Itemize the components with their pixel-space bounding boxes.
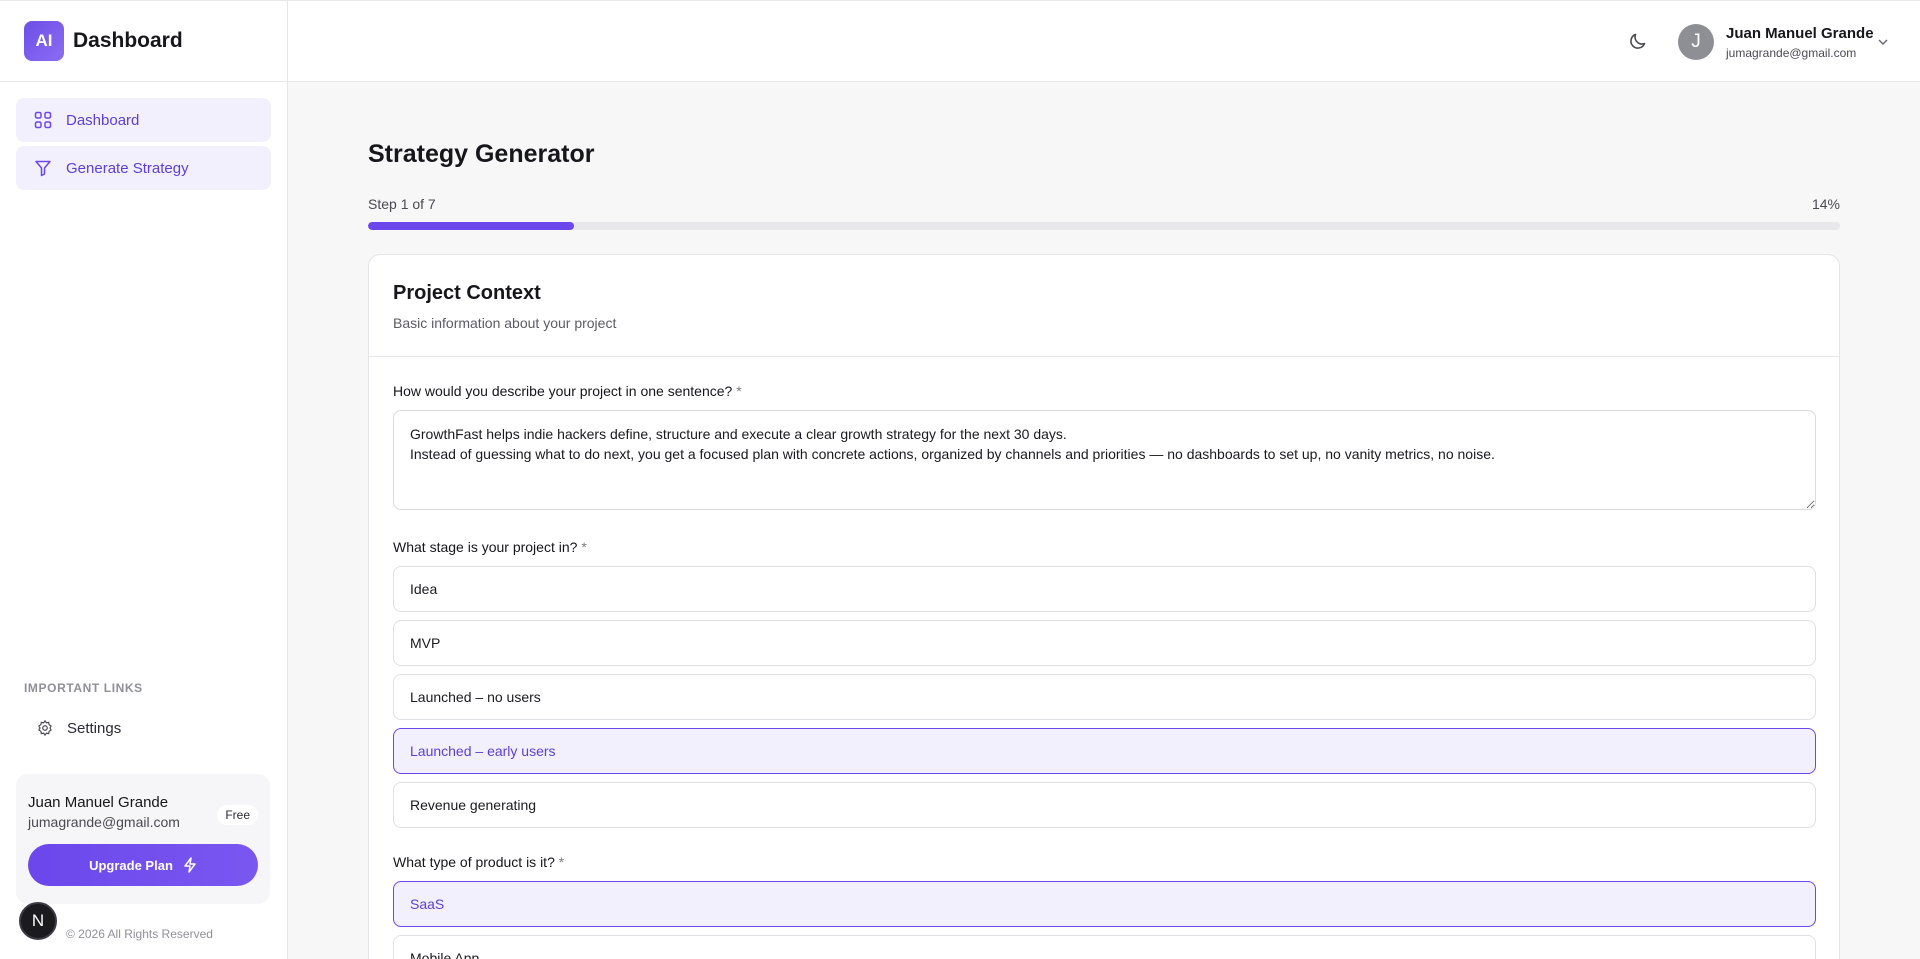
progress-percent: 14% [1811,196,1840,212]
product-option-mobile-app[interactable]: Mobile App [393,935,1816,959]
question-label: How would you describe your project in o… [393,383,1815,399]
question-text: What stage is your project in? [393,539,578,555]
brand-title: Dashboard [73,29,183,52]
project-context-card: Project Context Basic information about … [368,254,1840,959]
product-type-options: SaaS Mobile App [393,881,1816,959]
sidebar-item-dashboard[interactable]: Dashboard [16,98,271,142]
sidebar-item-label: Dashboard [66,111,140,129]
stage-option-revenue-generating[interactable]: Revenue generating [393,782,1816,828]
moon-icon[interactable] [1628,31,1648,51]
brand[interactable]: AI Dashboard [0,0,287,82]
card-header: Project Context Basic information about … [369,255,1839,357]
gear-icon [38,719,52,737]
brand-logo: AI [24,21,64,61]
step-label: Step 1 of 7 [368,196,436,212]
progress-fill [368,222,575,230]
sidebar: AI Dashboard Dashboard Generate Strategy… [0,0,288,959]
settings-label: Settings [67,719,122,737]
n-badge-icon[interactable]: N [19,902,57,940]
upgrade-plan-button[interactable]: Upgrade Plan [28,844,258,886]
header-user-name[interactable]: Juan Manuel Grande [1726,25,1874,42]
stage-option-launched-no-users[interactable]: Launched – no users [393,674,1816,720]
sidebar-nav: Dashboard Generate Strategy [0,82,287,210]
required-mark: * [736,383,742,399]
avatar[interactable]: J [1678,24,1714,60]
card-body: How would you describe your project in o… [369,357,1839,959]
progress-bar [368,222,1840,230]
project-description-input[interactable]: GrowthFast helps indie hackers define, s… [393,410,1816,510]
product-option-saas[interactable]: SaaS [393,881,1816,927]
question-text: How would you describe your project in o… [393,383,733,399]
header-user-email: jumagrande@gmail.com [1726,46,1857,60]
stage-option-launched-early-users[interactable]: Launched – early users [393,728,1816,774]
page-title: Strategy Generator [368,140,595,168]
question-label: What stage is your project in? * [393,539,1815,555]
card-title: Project Context [393,282,541,304]
plan-badge: Free [217,805,258,825]
top-header: J Juan Manuel Grande jumagrande@gmail.co… [288,0,1920,82]
lightning-icon [184,857,196,873]
grid-icon [34,111,52,129]
question-text: What type of product is it? [393,854,555,870]
important-links-heading: IMPORTANT LINKS [24,681,143,695]
copyright: © 2026 All Rights Reserved [66,927,213,941]
user-card: Juan Manuel Grande jumagrande@gmail.com … [16,774,270,904]
funnel-icon [35,160,51,177]
stage-option-mvp[interactable]: MVP [393,620,1816,666]
card-subtitle: Basic information about your project [393,315,617,331]
stage-option-idea[interactable]: Idea [393,566,1816,612]
required-mark: * [581,539,587,555]
question-label: What type of product is it? * [393,854,1815,870]
upgrade-plan-label: Upgrade Plan [89,857,173,873]
sidebar-item-label: Generate Strategy [66,159,189,177]
settings-link[interactable]: Settings [36,719,121,737]
sidebar-item-generate-strategy[interactable]: Generate Strategy [16,146,271,190]
required-mark: * [558,854,565,870]
chevron-down-icon[interactable] [1876,35,1890,49]
stage-options: Idea MVP Launched – no users Launched – … [393,566,1816,828]
